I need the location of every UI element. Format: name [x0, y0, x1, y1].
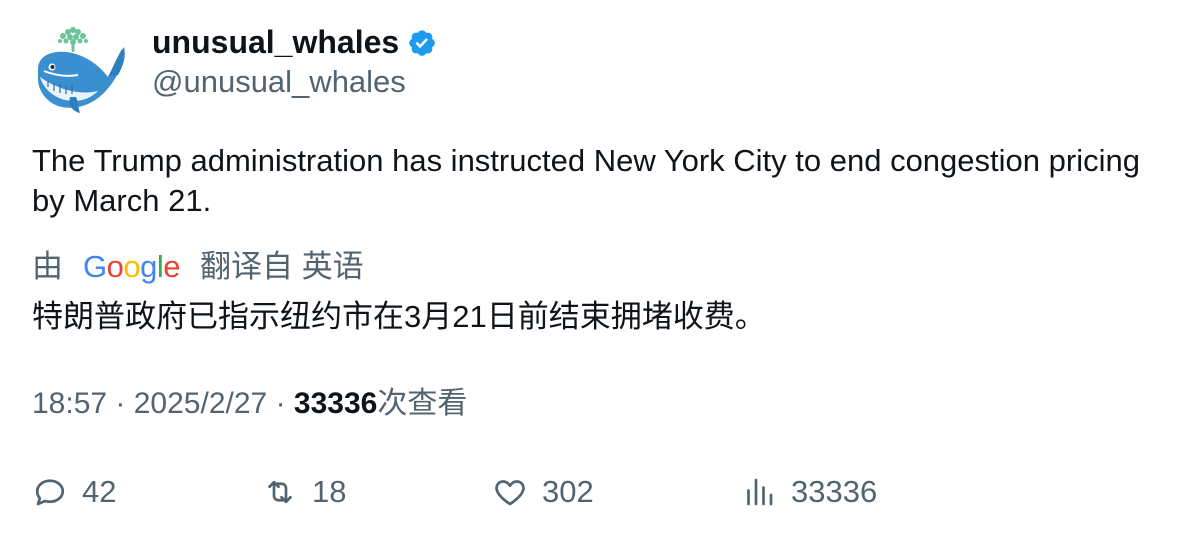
reply-icon	[35, 479, 65, 506]
meta-separator: ·	[115, 387, 134, 420]
tweet-text: The Trump administration has instructed …	[32, 143, 1140, 218]
reply-button[interactable]: 42	[32, 470, 116, 514]
tweet-meta: 18:57 · 2025/2/27 · 33336次查看	[32, 384, 467, 424]
tweet-date[interactable]: 2025/2/27	[134, 387, 267, 420]
translation-suffix: 翻译自 英语	[200, 249, 364, 284]
views-action-count: 33336	[791, 474, 878, 509]
meta-separator: ·	[275, 387, 294, 420]
retweet-button[interactable]: 18	[262, 470, 346, 514]
views-count: 33336	[293, 387, 378, 420]
translation-prefix: 由	[32, 249, 63, 284]
tweet-time[interactable]: 18:57	[32, 387, 107, 420]
verified-badge-icon	[407, 27, 437, 57]
bar-chart-icon	[747, 478, 773, 506]
retweet-count: 18	[312, 474, 347, 509]
heart-icon	[495, 480, 525, 506]
google-logo: Google	[83, 249, 181, 284]
translated-text: 特朗普政府已指示纽约市在3月21日前结束拥堵收费。	[32, 299, 766, 334]
author-display-name[interactable]: unusual_whales	[152, 22, 437, 62]
like-count: 302	[542, 474, 594, 509]
views-button[interactable]: 33336	[741, 470, 877, 514]
views-label: 次查看	[377, 387, 468, 420]
author-display-name-text[interactable]: unusual_whales	[152, 22, 399, 62]
like-button[interactable]: 302	[492, 470, 594, 514]
author-handle[interactable]: @unusual_whales	[152, 62, 406, 102]
whale-avatar-icon[interactable]	[32, 25, 128, 115]
retweet-icon	[268, 480, 292, 504]
translation-attribution: 由 Google 翻译自 英语	[32, 246, 364, 288]
reply-count: 42	[82, 474, 117, 509]
